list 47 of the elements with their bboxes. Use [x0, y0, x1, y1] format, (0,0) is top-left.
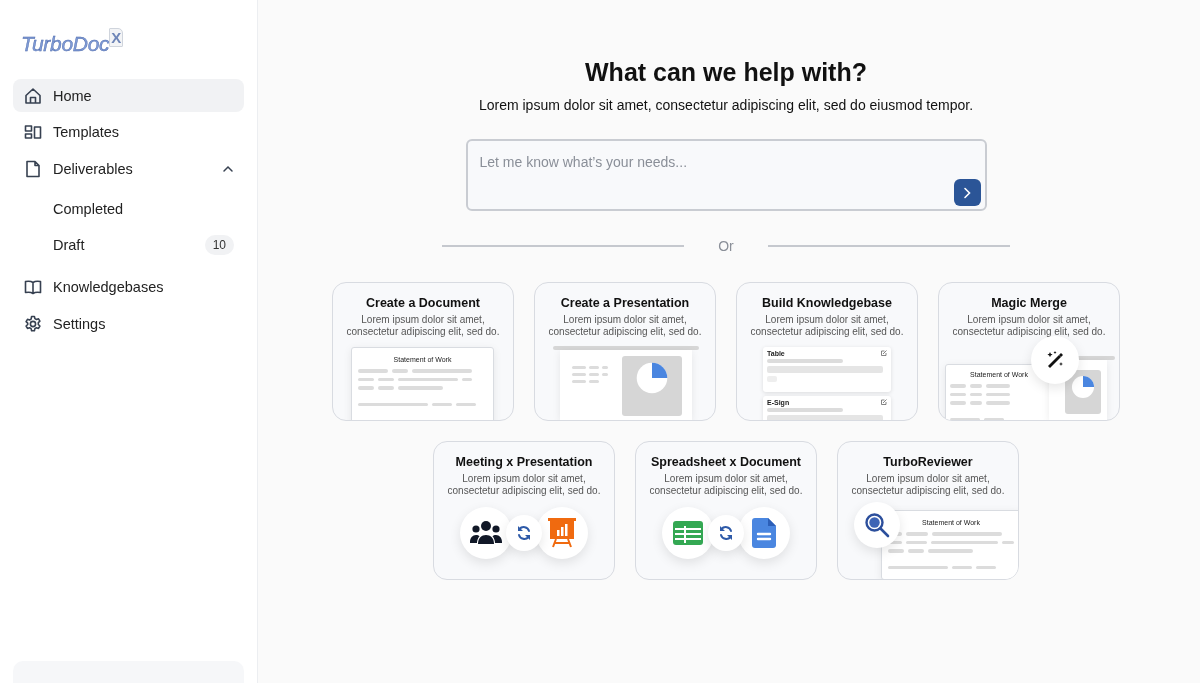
option-card[interactable]: Meeting x Presentation Lorem ipsum dolor sit amet, consectetur adipiscing elit, sed do. — [433, 441, 615, 580]
home-icon — [23, 85, 43, 106]
nav-item[interactable]: Settings — [13, 307, 244, 341]
divider-label: Or — [717, 238, 735, 254]
presentation-board-icon — [548, 518, 576, 548]
card-title: Spreadsheet x Document — [650, 455, 801, 469]
logo-text: TurboDoc — [21, 32, 110, 56]
page-subheading: Lorem ipsum dolor sit amet, consectetur adipiscing elit, sed do eiusmod tempor. — [478, 97, 974, 113]
pie-chart-icon — [634, 360, 670, 396]
pie-chart-icon — [1070, 374, 1096, 400]
card-description: Lorem ipsum dolor sit amet, consectetur adipiscing elit, sed do. — [345, 314, 501, 338]
chevron-right-icon — [961, 186, 973, 199]
card-description: Lorem ipsum dolor sit amet, consectetur adipiscing elit, sed do. — [648, 473, 804, 497]
spreadsheet-icon — [673, 521, 703, 545]
card-description: Lorem ipsum dolor sit amet, consectetur adipiscing elit, sed do. — [850, 473, 1006, 497]
people-icon — [470, 519, 502, 547]
prompt-field[interactable]: Let me know what’s your needs... — [465, 139, 987, 211]
send-button[interactable] — [953, 179, 981, 206]
option-card[interactable]: Create a Presentation Lorem ipsum dolor sit amet, consectetur adipiscing elit, sed do. — [534, 282, 716, 421]
nav-subitem[interactable]: Completed — [13, 192, 244, 225]
nav-subitem[interactable]: Draft 10 — [13, 228, 244, 261]
card-title: TurboReviewer — [883, 455, 973, 469]
settings-icon — [23, 313, 43, 334]
card-description: Lorem ipsum dolor sit amet, consectetur adipiscing elit, sed do. — [547, 314, 703, 338]
search-icon — [864, 512, 890, 538]
card-description: Lorem ipsum dolor sit amet, consectetur adipiscing elit, sed do. — [446, 473, 602, 497]
file-icon — [23, 158, 43, 179]
count-badge: 10 — [204, 234, 234, 255]
card-title: Create a Presentation — [560, 296, 690, 310]
page-heading: What can we help with? — [585, 58, 867, 87]
card-description: Lorem ipsum dolor sit amet, consectetur adipiscing elit, sed do. — [749, 314, 905, 338]
nav-item[interactable]: Templates — [13, 115, 244, 149]
nav-item[interactable]: Home — [13, 79, 244, 112]
nav-item[interactable]: Deliverables — [13, 152, 244, 186]
card-title: Magic Merge — [991, 296, 1067, 310]
option-card[interactable]: Spreadsheet x Document Lorem ipsum dolor sit amet, consectetur adipiscing elit, sed do. — [635, 441, 817, 580]
nav-item[interactable]: Knowledgebases — [13, 270, 244, 304]
card-title: Build Knowledgebase — [762, 296, 892, 310]
edit-icon — [881, 399, 887, 405]
document-icon — [752, 518, 776, 548]
logo-badge: X — [109, 28, 124, 47]
sync-icon — [515, 524, 533, 542]
card-description: Lorem ipsum dolor sit amet, consectetur adipiscing elit, sed do. — [951, 314, 1107, 338]
edit-icon — [881, 350, 887, 356]
card-title: Create a Document — [366, 296, 480, 310]
sync-icon — [717, 524, 735, 542]
card-title: Meeting x Presentation — [455, 455, 593, 469]
